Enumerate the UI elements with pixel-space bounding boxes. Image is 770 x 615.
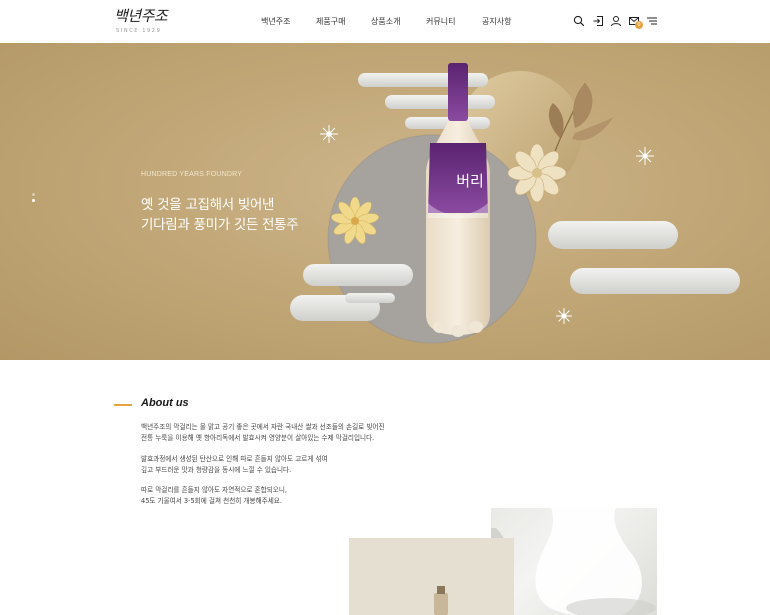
about-p3-line1: 따로 막걸리를 흔들지 않아도 자연적으로 혼합되오니, (141, 486, 288, 494)
product-box-photo (349, 538, 514, 615)
hero-banner: 버리 HUNDRED YEARS FOUNDRY 옛 것을 고집해서 빚어낸 기… (0, 43, 770, 360)
site-header: 백년주조 SINCE 1929 백년주조 제품구매 상품소개 커뮤니티 공지사항… (0, 0, 770, 43)
bottle-label-text: 버리 (456, 172, 484, 190)
search-icon[interactable] (573, 15, 585, 27)
gold-flower-right (507, 143, 567, 203)
menu-icon[interactable] (646, 15, 658, 27)
about-p1-line2: 전통 누룩을 이용해 옛 항아리독에서 발효시켜 영양분이 살아있는 수제 막걸… (141, 433, 375, 442)
logo-text: 백년주조 (114, 7, 168, 25)
about-p2-line1: 발효과정에서 생성된 탄산으로 인해 따로 흔들지 않아도 고르게 섞여 (141, 455, 328, 463)
hero-eyebrow: HUNDRED YEARS FOUNDRY (141, 171, 243, 178)
nav-item-products[interactable]: 상품소개 (371, 16, 400, 27)
brand-logo[interactable]: 백년주조 SINCE 1929 (114, 8, 174, 36)
about-title: About us (141, 397, 189, 409)
about-accent-rule (114, 404, 132, 406)
nav-item-notice[interactable]: 공지사항 (482, 16, 511, 27)
hero-illustration: 버리 (290, 63, 740, 344)
hero-headline-1: 옛 것을 고집해서 빚어낸 (141, 197, 275, 213)
cloud-top (358, 73, 495, 129)
user-icon[interactable] (610, 15, 622, 27)
nav-item-shop[interactable]: 제품구매 (316, 16, 345, 27)
cart-icon[interactable]: 0 (628, 15, 643, 29)
slide-pager (32, 193, 36, 207)
cart-count-badge: 0 (635, 21, 643, 29)
hero-headline-2: 기다림과 풍미가 깃든 전통주 (141, 217, 299, 233)
ceramic-vase-photo (491, 508, 657, 615)
sparkle-flower-3 (556, 308, 572, 324)
sparkle-flower-1 (320, 125, 338, 143)
slide-dot-2[interactable] (32, 199, 35, 202)
sparkle-flower-2 (636, 147, 654, 165)
about-p1-line1: 백년주조의 막걸리는 물 맑고 공기 좋은 곳에서 자란 국내산 쌀과 선조들의… (141, 423, 385, 431)
about-paragraph-3: 따로 막걸리를 흔들지 않아도 자연적으로 혼합되오니, 45도 기울여서 3-… (141, 485, 287, 506)
nav-item-community[interactable]: 커뮤니티 (426, 16, 455, 27)
nav-item-about[interactable]: 백년주조 (261, 16, 290, 27)
logo-since: SINCE 1929 (116, 28, 162, 34)
about-p3-line2: 45도 기울여서 3-5회에 걸쳐 천천히 개봉해주세요. (141, 496, 282, 505)
about-paragraph-1: 백년주조의 막걸리는 물 맑고 공기 좋은 곳에서 자란 국내산 쌀과 선조들의… (141, 422, 385, 443)
login-icon[interactable] (592, 15, 604, 27)
cloud-right (548, 221, 740, 294)
about-p2-line2: 깊고 부드러운 맛과 청량감을 동시에 느낄 수 있습니다. (141, 465, 292, 474)
about-paragraph-2: 발효과정에서 생성된 탄산으로 인해 따로 흔들지 않아도 고르게 섞여 깊고 … (141, 454, 328, 475)
slide-dot-1[interactable] (32, 193, 35, 196)
